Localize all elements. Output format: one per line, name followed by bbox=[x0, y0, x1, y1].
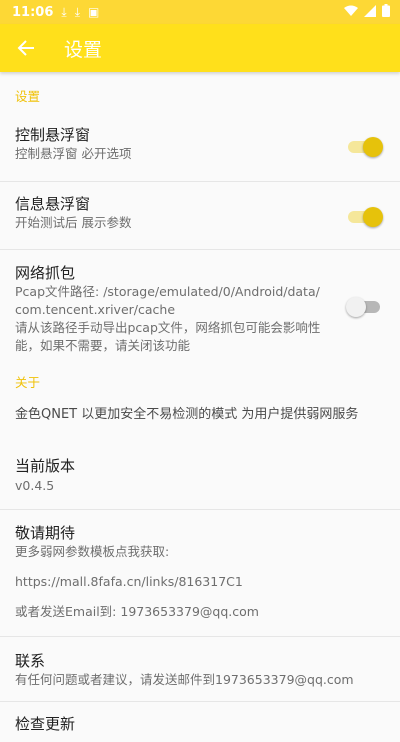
setting-summary-line: 能，如果不需要，请关闭该功能 bbox=[15, 338, 191, 353]
contact-title: 联系 bbox=[15, 652, 46, 670]
download-icon: ⤓ bbox=[61, 4, 67, 19]
page-title: 设置 bbox=[64, 38, 103, 61]
coming-link[interactable]: https://mall.8fafa.cn/links/816317C1 bbox=[15, 573, 385, 591]
setting-info-float-window[interactable]: 信息悬浮窗 开始测试后 展示参数 bbox=[0, 182, 400, 250]
app-bar: 设置 bbox=[0, 24, 400, 72]
packet-capture-switch[interactable] bbox=[346, 296, 382, 317]
version-value: v0.4.5 bbox=[15, 478, 55, 493]
info-float-window-switch[interactable] bbox=[348, 206, 383, 227]
back-arrow-icon[interactable] bbox=[14, 36, 38, 60]
coming-title: 敬请期待 bbox=[15, 524, 76, 542]
about-version[interactable]: 当前版本 v0.4.5 bbox=[0, 448, 400, 510]
about-coming-soon[interactable]: 敬请期待 更多弱网参数模板点我获取: https://mall.8fafa.cn… bbox=[0, 510, 400, 637]
status-time: 11:06 bbox=[12, 4, 54, 20]
settings-list: 设置 控制悬浮窗 控制悬浮窗 必开选项 信息悬浮窗 开始测试后 展示参数 网络抓… bbox=[0, 72, 400, 742]
setting-packet-capture[interactable]: 网络抓包 Pcap文件路径: /storage/emulated/0/Andro… bbox=[0, 250, 400, 368]
setting-summary: 开始测试后 展示参数 bbox=[15, 215, 132, 230]
signal-icon bbox=[364, 4, 376, 20]
setting-summary-line: 请从该路径手动导出pcap文件，网络抓包可能会影响性 bbox=[15, 320, 321, 335]
battery-icon bbox=[382, 4, 390, 20]
app-notification-icon: ▣ bbox=[88, 5, 100, 19]
about-check-update[interactable]: 检查更新 bbox=[0, 702, 400, 742]
category-about: 关于 bbox=[15, 375, 41, 390]
wifi-icon bbox=[344, 5, 358, 20]
setting-summary: 控制悬浮窗 必开选项 bbox=[15, 146, 132, 161]
about-contact[interactable]: 联系 有任何问题或者建议，请发送邮件到1973653379@qq.com bbox=[0, 637, 400, 702]
setting-summary-line: Pcap文件路径: /storage/emulated/0/Android/da… bbox=[15, 284, 320, 299]
update-title: 检查更新 bbox=[15, 715, 76, 733]
category-settings: 设置 bbox=[15, 89, 41, 104]
setting-summary-line: com.tencent.xriver/cache bbox=[15, 302, 176, 317]
version-title: 当前版本 bbox=[15, 457, 76, 475]
setting-title: 网络抓包 bbox=[15, 264, 76, 282]
setting-control-float-window[interactable]: 控制悬浮窗 控制悬浮窗 必开选项 bbox=[0, 110, 400, 182]
coming-email: 或者发送Email到: 1973653379@qq.com bbox=[15, 604, 259, 619]
setting-title: 控制悬浮窗 bbox=[15, 126, 91, 144]
coming-line: 更多弱网参数模板点我获取: bbox=[15, 544, 170, 559]
control-float-window-switch[interactable] bbox=[348, 136, 383, 157]
contact-summary: 有任何问题或者建议，请发送邮件到1973653379@qq.com bbox=[15, 672, 354, 687]
download-icon: ⤓ bbox=[74, 4, 81, 19]
setting-title: 信息悬浮窗 bbox=[15, 195, 91, 213]
about-description: 金色QNET 以更加安全不易检测的模式 为用户提供弱网服务 bbox=[0, 396, 400, 448]
description-text: 金色QNET 以更加安全不易检测的模式 为用户提供弱网服务 bbox=[15, 407, 359, 422]
status-bar: 11:06 ⤓ ⤓ ▣ bbox=[0, 0, 400, 24]
